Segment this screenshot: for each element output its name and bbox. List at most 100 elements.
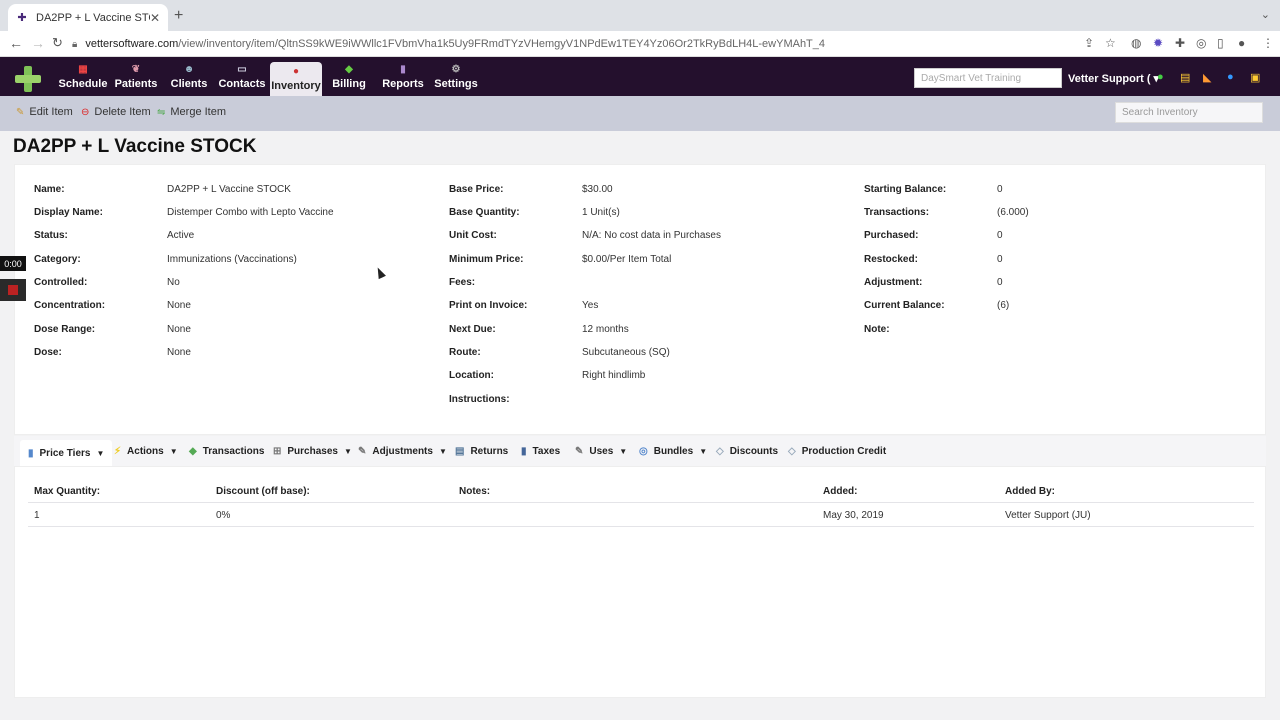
recorder-stop-button[interactable] xyxy=(0,279,26,301)
tab-returns[interactable]: ▤ Returns xyxy=(455,446,508,457)
favicon-icon: ✚ xyxy=(17,12,27,24)
field-label: Current Balance: xyxy=(864,300,945,311)
lightning-icon: ⚡︎ xyxy=(114,446,122,457)
nav-billing[interactable]: ◆ Billing xyxy=(330,57,368,96)
delete-item-button[interactable]: ⊖ Delete Item xyxy=(81,106,151,118)
chevron-down-icon[interactable]: ⌄ xyxy=(1261,8,1270,21)
caret-down-icon: ▼ xyxy=(343,447,352,456)
tab-purchases[interactable]: ⊞ Purchases ▼ xyxy=(273,446,352,457)
help-icon[interactable]: ● xyxy=(1227,71,1234,83)
tab-price-tiers[interactable]: ▮ Price Tiers ▼ xyxy=(20,440,113,466)
field-label: Display Name: xyxy=(34,207,103,218)
field-label: Base Quantity: xyxy=(449,207,520,218)
field-value: 0 xyxy=(997,184,1003,195)
forward-icon[interactable]: → xyxy=(31,35,45,51)
field-label: Transactions: xyxy=(864,207,930,218)
field-label: Instructions: xyxy=(449,394,510,405)
tab-production-credit[interactable]: ◇ Production Credit xyxy=(788,446,886,457)
nav-clients[interactable]: ☻ Clients xyxy=(168,57,210,96)
tab-label: Actions xyxy=(127,446,164,457)
menu-icon[interactable]: ⋮ xyxy=(1262,36,1274,50)
field-value: N/A: No cost data in Purchases xyxy=(582,230,721,241)
announce-icon[interactable]: ◣ xyxy=(1203,71,1211,84)
back-icon[interactable]: ← xyxy=(9,35,23,51)
edit-item-button[interactable]: ✎ Edit Item xyxy=(16,106,73,118)
tab-bundles[interactable]: ◎ Bundles ▼ xyxy=(639,446,707,457)
merge-icon: ⇋ xyxy=(157,106,166,118)
bookmark-star-icon[interactable]: ☆ xyxy=(1105,36,1116,50)
book-icon: ▮ xyxy=(521,446,527,457)
tab-taxes[interactable]: ▮ Taxes xyxy=(521,446,560,457)
field-value: 12 months xyxy=(582,324,629,335)
price-tiers-panel: Max Quantity: Discount (off base): Notes… xyxy=(14,466,1266,698)
field-label: Note: xyxy=(864,324,890,335)
field-label: Adjustment: xyxy=(864,277,923,288)
url-path: /view/inventory/item/QltnSS9kWE9iWWllc1F… xyxy=(178,38,826,50)
field-value: (6) xyxy=(997,300,1010,311)
field-label: Base Price: xyxy=(449,184,504,195)
caret-down-icon: ▼ xyxy=(96,448,105,458)
field-label: Status: xyxy=(34,230,68,241)
tab-actions[interactable]: ⚡︎ Actions ▼ xyxy=(114,446,178,457)
uses-icon: ✎ xyxy=(575,446,584,457)
user-menu[interactable]: Vetter Support ( ▾ xyxy=(1068,72,1159,85)
tab-label: Purchases xyxy=(287,446,338,457)
field-value: Distemper Combo with Lepto Vaccine xyxy=(167,207,334,218)
nav-contacts[interactable]: ▭ Contacts xyxy=(218,57,266,96)
url-host: vettersoftware.com xyxy=(85,38,179,50)
field-value: Subcutaneous (SQ) xyxy=(582,347,670,358)
new-tab-icon[interactable]: + xyxy=(174,7,183,25)
field-label: Fees: xyxy=(449,277,476,288)
nav-inventory[interactable]: ● Inventory xyxy=(270,62,322,96)
puzzle-icon[interactable]: ✚ xyxy=(1175,36,1185,50)
notes-icon[interactable]: ▤ xyxy=(1180,71,1190,84)
gear-icon: ⚙ xyxy=(451,63,461,75)
tab-uses[interactable]: ✎ Uses ▼ xyxy=(575,446,627,457)
return-icon: ▤ xyxy=(455,446,465,457)
pill-icon: ● xyxy=(292,66,300,77)
nav-reports[interactable]: ▮ Reports xyxy=(382,57,424,96)
tab-adjustments[interactable]: ✎ Adjustments ▼ xyxy=(358,446,447,457)
share-icon[interactable]: ⇪ xyxy=(1084,36,1094,50)
extension-gear-icon[interactable]: ✹ xyxy=(1153,36,1163,50)
money-icon: ◆ xyxy=(345,63,353,75)
org-search-input[interactable]: DaySmart Vet Training xyxy=(914,68,1062,88)
cell-discount: 0% xyxy=(216,510,231,521)
tab-transactions[interactable]: ◆ Transactions xyxy=(189,446,264,457)
tab-label: Adjustments xyxy=(372,446,433,457)
extension-icon[interactable]: ◍ xyxy=(1131,36,1141,50)
nav-label: Clients xyxy=(170,77,208,90)
sidebar-icon[interactable]: ▯ xyxy=(1217,36,1224,50)
browser-tab[interactable]: ✚ DA2PP + L Vaccine STOCK ✕ xyxy=(8,4,168,31)
merge-item-button[interactable]: ⇋ Merge Item xyxy=(157,106,226,118)
search-inventory-input[interactable]: Search Inventory xyxy=(1115,102,1263,123)
field-label: Name: xyxy=(34,184,65,195)
cell-added: May 30, 2019 xyxy=(823,510,884,521)
profile-icon[interactable]: ● xyxy=(1238,36,1245,50)
bundle-icon: ◎ xyxy=(639,446,648,457)
recorder-timer: 0:00 xyxy=(0,256,26,271)
reload-icon[interactable]: ↻ xyxy=(52,35,63,51)
adjust-icon: ✎ xyxy=(358,446,367,457)
nav-label: Contacts xyxy=(218,77,266,90)
nav-schedule[interactable]: ▦ Schedule xyxy=(58,57,108,96)
lock-icon[interactable]: ▣ xyxy=(1250,71,1260,84)
nav-label: Inventory xyxy=(271,80,321,92)
close-tab-icon[interactable]: ✕ xyxy=(150,11,160,25)
media-icon[interactable]: ◎ xyxy=(1196,36,1206,50)
field-label: Location: xyxy=(449,370,494,381)
url-field[interactable]: 🔒︎ vettersoftware.com/view/inventory/ite… xyxy=(72,34,1072,54)
field-label: Dose: xyxy=(34,347,62,358)
divider xyxy=(28,502,1254,503)
logo[interactable] xyxy=(15,66,41,92)
browser-tab-title: DA2PP + L Vaccine STOCK xyxy=(36,11,150,24)
item-details-card: Name: DA2PP + L Vaccine STOCK Display Na… xyxy=(14,164,1266,435)
field-value: DA2PP + L Vaccine STOCK xyxy=(167,184,291,195)
nav-label: Schedule xyxy=(58,77,108,90)
tab-discounts[interactable]: ◇ Discounts xyxy=(716,446,778,457)
people-icon: ☻ xyxy=(183,63,195,75)
caret-down-icon: ▼ xyxy=(169,447,178,456)
nav-patients[interactable]: ❦ Patients xyxy=(112,57,160,96)
nav-settings[interactable]: ⚙ Settings xyxy=(434,57,478,96)
column-header: Notes: xyxy=(459,486,491,497)
